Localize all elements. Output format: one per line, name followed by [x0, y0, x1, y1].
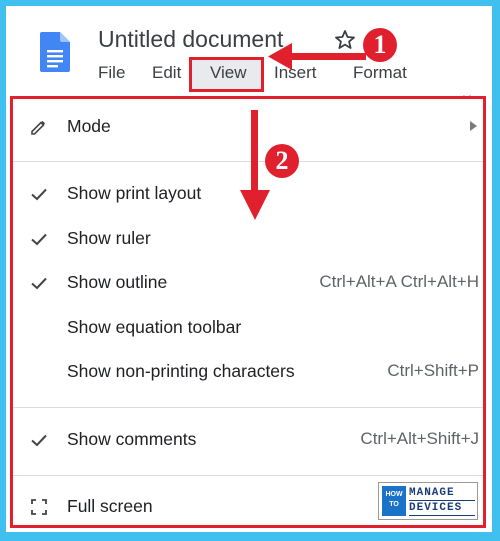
- menu-file[interactable]: File: [98, 63, 125, 83]
- check-icon: [31, 188, 47, 201]
- watermark-to: TO: [389, 501, 399, 508]
- annotation-arrow-1: [268, 43, 366, 70]
- menu-item-label: Show comments: [67, 429, 197, 449]
- menu-item-show-non-printing-characters[interactable]: Show non-printing characters Ctrl+Shift+…: [13, 354, 483, 390]
- screenshot-frame: Untitled document File Edit View Insert …: [6, 6, 492, 532]
- menu-item-show-ruler[interactable]: Show ruler: [13, 221, 483, 257]
- document-title[interactable]: Untitled document: [98, 26, 283, 53]
- menu-item-label: Show equation toolbar: [67, 317, 242, 337]
- watermark-how: HOW: [385, 491, 403, 498]
- watermark-left-block: HOW TO: [382, 486, 406, 516]
- menu-item-label: Show outline: [67, 272, 168, 292]
- fullscreen-icon: [31, 499, 47, 515]
- check-icon: [31, 277, 47, 290]
- menu-item-shortcut: Ctrl+Shift+P: [387, 361, 479, 380]
- watermark-right-block: MANAGE DEVICES: [409, 486, 475, 516]
- menu-overflow: ..: [462, 84, 474, 100]
- watermark-logo: HOW TO MANAGE DEVICES: [378, 482, 478, 520]
- menu-item-show-comments[interactable]: Show comments Ctrl+Alt+Shift+J: [13, 422, 483, 458]
- menu-divider: [13, 407, 483, 408]
- menu-item-label: Full screen: [67, 496, 153, 516]
- pencil-icon: [31, 120, 46, 135]
- annotation-marker-1: 1: [363, 28, 397, 62]
- menu-item-shortcut: Ctrl+Alt+A Ctrl+Alt+H: [319, 272, 479, 291]
- menu-item-show-equation-toolbar[interactable]: Show equation toolbar: [13, 310, 483, 346]
- watermark-manage: MANAGE: [409, 486, 475, 501]
- menu-item-label: Show non-printing characters: [67, 361, 295, 381]
- check-icon: [31, 434, 47, 447]
- watermark-devices: DEVICES: [409, 501, 475, 516]
- menu-item-shortcut: Ctrl+Alt+Shift+J: [360, 429, 479, 448]
- menu-item-label: Show ruler: [67, 228, 151, 248]
- google-docs-icon[interactable]: [40, 32, 70, 72]
- menu-item-show-outline[interactable]: Show outline Ctrl+Alt+A Ctrl+Alt+H: [13, 265, 483, 301]
- menu-divider: [13, 475, 483, 476]
- menu-view[interactable]: View: [210, 63, 247, 83]
- menu-item-label: Show print layout: [67, 183, 202, 203]
- annotation-marker-2: 2: [265, 144, 299, 178]
- menu-edit[interactable]: Edit: [152, 63, 181, 83]
- check-icon: [31, 233, 47, 246]
- menu-item-label: Mode: [67, 116, 111, 136]
- submenu-arrow-icon: [470, 121, 477, 131]
